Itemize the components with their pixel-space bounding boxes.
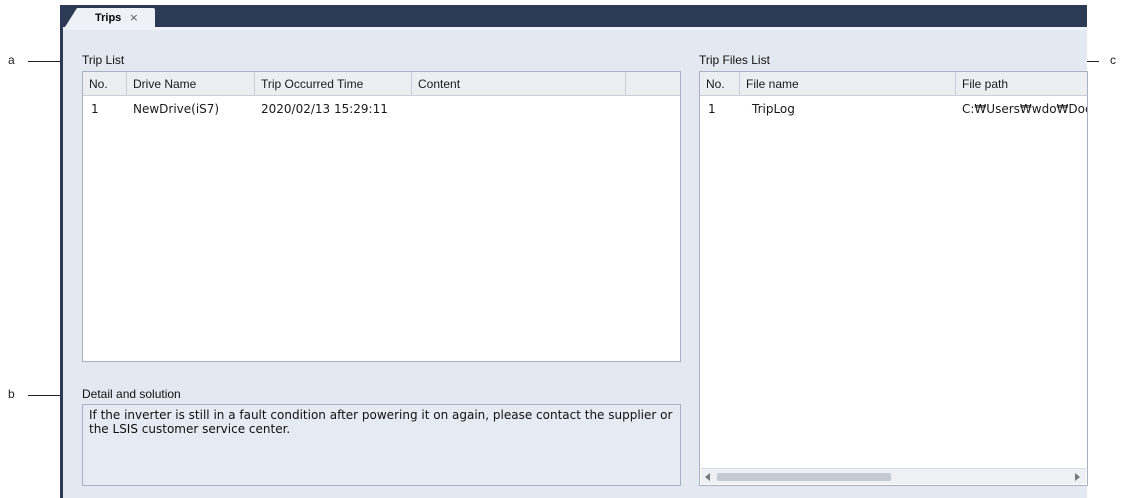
scrollbar-thumb[interactable] [717,473,891,481]
column-header-no[interactable]: No. [83,72,127,96]
trip-list-grid[interactable]: No. Drive Name Trip Occurred Time Conten… [82,71,681,362]
detail-title: Detail and solution [82,387,181,401]
cell-content [412,101,626,117]
tab-label: Trips [95,11,122,24]
column-header-filler [626,72,680,96]
column-header-file-path[interactable]: File path [956,72,1096,96]
trip-files-title: Trip Files List [699,53,770,67]
horizontal-scrollbar[interactable] [701,468,1086,484]
close-icon[interactable]: × [129,11,138,24]
tab-bar: Trips × [63,5,1087,27]
tab-trips[interactable]: Trips × [65,8,155,27]
cell-trip-time: 2020/02/13 15:29:11 [261,102,388,116]
cell-file-no: 1 [708,102,716,116]
annotation-a-line [28,61,62,62]
trip-files-grid[interactable]: No. File name File path 1 TripLog C:₩Use… [699,71,1088,486]
column-header-drive-name[interactable]: Drive Name [127,72,255,96]
trip-list-header: No. Drive Name Trip Occurred Time Conten… [83,72,680,96]
annotation-b: b [8,387,15,401]
scroll-right-icon[interactable] [1075,473,1080,481]
column-header-file-no[interactable]: No. [700,72,740,96]
scroll-left-icon[interactable] [705,473,710,481]
tab-underline [63,27,1087,30]
trip-list-title: Trip List [82,53,125,67]
cell-file-name: TripLog [752,102,795,116]
column-header-trip-time[interactable]: Trip Occurred Time [255,72,412,96]
trips-window: Trips × Trip List No. Drive Name Trip Oc… [60,5,1088,498]
trip-files-header: No. File name File path [700,72,1087,96]
annotation-c: c [1110,53,1116,67]
column-header-file-name[interactable]: File name [740,72,956,96]
column-header-content[interactable]: Content [412,72,626,96]
detail-text: If the inverter is still in a fault cond… [82,404,681,486]
cell-drive-name: NewDrive(iS7) [133,102,220,116]
annotation-a: a [8,53,15,67]
cell-file-path: C:₩Users₩wdo₩Doc [962,102,1087,116]
cell-no: 1 [91,102,99,116]
